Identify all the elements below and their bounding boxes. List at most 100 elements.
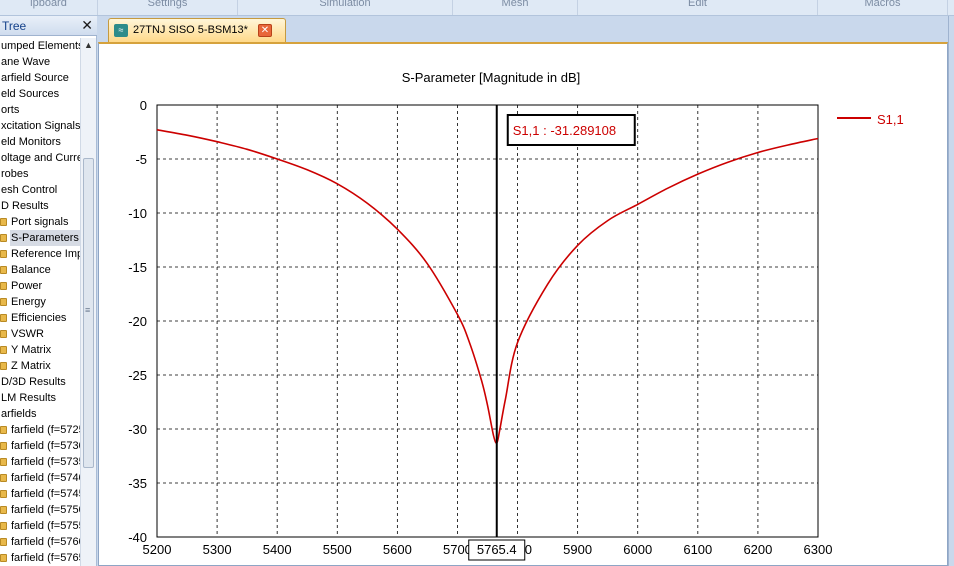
folder-icon	[0, 250, 7, 258]
x-tick-label: 5900	[563, 542, 592, 557]
tree-item-label: Port signals	[11, 216, 69, 228]
tree-item-label: S-Parameters	[10, 230, 80, 246]
ribbon-group-label: Macros	[818, 0, 948, 15]
tree-item-label: D Results	[1, 200, 49, 212]
tree-item-label: farfield (f=5740	[11, 472, 80, 484]
marker-x-label: 5765.4	[468, 539, 526, 561]
ribbon-group-labels: ipboard Settings Simulation Mesh Edit Macros	[0, 0, 954, 16]
y-tick-label: -30	[128, 422, 147, 437]
folder-icon	[0, 346, 7, 354]
tree-list: umped Elements ane Wave arfield Source eld …	[0, 38, 80, 566]
ribbon-group-label: ipboard	[0, 0, 98, 15]
tree-item-label: umped Elements	[1, 40, 80, 52]
document-tab-label: 27TNJ SISO 5-BSM13*	[133, 24, 248, 36]
x-tick-label: 6100	[683, 542, 712, 557]
x-tick-label: 5600	[383, 542, 412, 557]
tree-item-label: farfield (f=5765	[11, 552, 80, 564]
folder-icon	[0, 442, 7, 450]
tree-item-label: ane Wave	[1, 56, 51, 68]
folder-icon	[0, 458, 7, 466]
tree-scrollbar[interactable]: ▲ ≡	[80, 38, 96, 566]
tab-close-icon[interactable]: ✕	[258, 24, 272, 37]
x-tick-label: 5300	[203, 542, 232, 557]
y-tick-label: -25	[128, 368, 147, 383]
tree-item-label: farfield (f=5745	[11, 488, 80, 500]
tree-item-label: xcitation Signals	[1, 120, 80, 132]
folder-icon	[0, 474, 7, 482]
tree-item-label: Power	[11, 280, 43, 292]
folder-icon	[0, 266, 7, 274]
folder-icon	[0, 234, 7, 242]
result-plot-icon: ≈	[114, 24, 128, 37]
x-tick-label: 5500	[323, 542, 352, 557]
folder-icon	[0, 506, 7, 514]
folder-icon	[0, 554, 7, 562]
legend-label-s11: S1,1	[877, 112, 904, 127]
tree-item-label: LM Results	[1, 392, 57, 404]
x-tick-label: 5400	[263, 542, 292, 557]
x-tick-label: 5200	[143, 542, 172, 557]
plot-window: 0 -5 -10 -15 -20 -25 -30 -35 -40 5200 5300 5400 550…	[98, 42, 948, 566]
ribbon-group-label: Edit	[578, 0, 818, 15]
tree-item-label: Efficiencies	[11, 312, 67, 324]
tree-item-label: D/3D Results	[1, 376, 66, 388]
x-tick-label: 6200	[743, 542, 772, 557]
ribbon-group-label: Mesh	[453, 0, 578, 15]
folder-icon	[0, 426, 7, 434]
folder-icon	[0, 282, 7, 290]
y-tick-label: -15	[128, 260, 147, 275]
chart-legend: S1,1	[837, 112, 904, 127]
folder-icon	[0, 538, 7, 546]
tree-item-label: robes	[1, 168, 29, 180]
tree-item-label: Z Matrix	[11, 360, 51, 372]
tree-item-label: esh Control	[1, 184, 58, 196]
folder-icon	[0, 218, 7, 226]
tree-item-label: Balance	[11, 264, 51, 276]
x-tick-label: 6000	[623, 542, 652, 557]
x-tick-label: 5700	[443, 542, 472, 557]
marker-annotation-text: S1,1 : -31.289108	[513, 123, 616, 138]
y-tick-label: -5	[135, 152, 147, 167]
tree-item-label: eld Monitors	[1, 136, 61, 148]
close-icon[interactable]: ✕	[81, 17, 93, 34]
tree-item-label: farfield (f=5725	[11, 424, 80, 436]
ribbon-group-label: Settings	[98, 0, 238, 15]
ribbon-group-label: Simulation	[238, 0, 453, 15]
folder-icon	[0, 490, 7, 498]
marker-annotation: S1,1 : -31.289108	[506, 114, 636, 146]
folder-icon	[0, 314, 7, 322]
folder-icon	[0, 298, 7, 306]
tree-item-label: arfield Source	[1, 72, 69, 84]
navigation-tree-panel: Tree ✕ umped Elements ane Wave arfield Sou…	[0, 16, 97, 566]
scrollbar-thumb[interactable]: ≡	[83, 158, 94, 468]
folder-icon	[0, 522, 7, 530]
document-tab[interactable]: ≈ 27TNJ SISO 5-BSM13* ✕	[108, 18, 286, 42]
document-tab-strip: ≈ 27TNJ SISO 5-BSM13* ✕	[98, 16, 950, 42]
grip-icon: ≡	[85, 305, 91, 315]
scroll-up-arrow-icon[interactable]: ▲	[84, 40, 93, 50]
y-tick-label: 0	[140, 98, 147, 113]
tree-item-label: farfield (f=5735	[11, 456, 80, 468]
x-tick-label: 6300	[804, 542, 833, 557]
folder-icon	[0, 362, 7, 370]
tree-item-label: farfield (f=5750	[11, 504, 80, 516]
right-side-panel-edge	[948, 16, 954, 566]
tree-item-label: farfield (f=5730	[11, 440, 80, 452]
tree-item-label: farfield (f=5760	[11, 536, 80, 548]
tree-item-label: Energy	[11, 296, 46, 308]
y-tick-label: -35	[128, 476, 147, 491]
s-parameter-plot[interactable]: 0-5-10-15-20-25-30-35-40 5200 5300 5400 550…	[99, 44, 947, 566]
tree-title: Tree	[2, 19, 27, 33]
y-axis-ticks: 0-5-10-15-20-25-30-35-40	[128, 98, 147, 545]
tree-item-label: orts	[1, 104, 20, 116]
tree-item-label: Y Matrix	[11, 344, 52, 356]
y-tick-label: -10	[128, 206, 147, 221]
y-tick-label: -20	[128, 314, 147, 329]
tree-item-label: oltage and Curre	[1, 152, 80, 164]
tree-item-label: eld Sources	[1, 88, 60, 100]
tree-header: Tree ✕	[0, 16, 97, 36]
tree-item-label: arfields	[1, 408, 37, 420]
marker-x-label-text: 5765.4	[477, 542, 517, 557]
tree-item-label: Reference Imp	[11, 248, 80, 260]
folder-icon	[0, 330, 7, 338]
